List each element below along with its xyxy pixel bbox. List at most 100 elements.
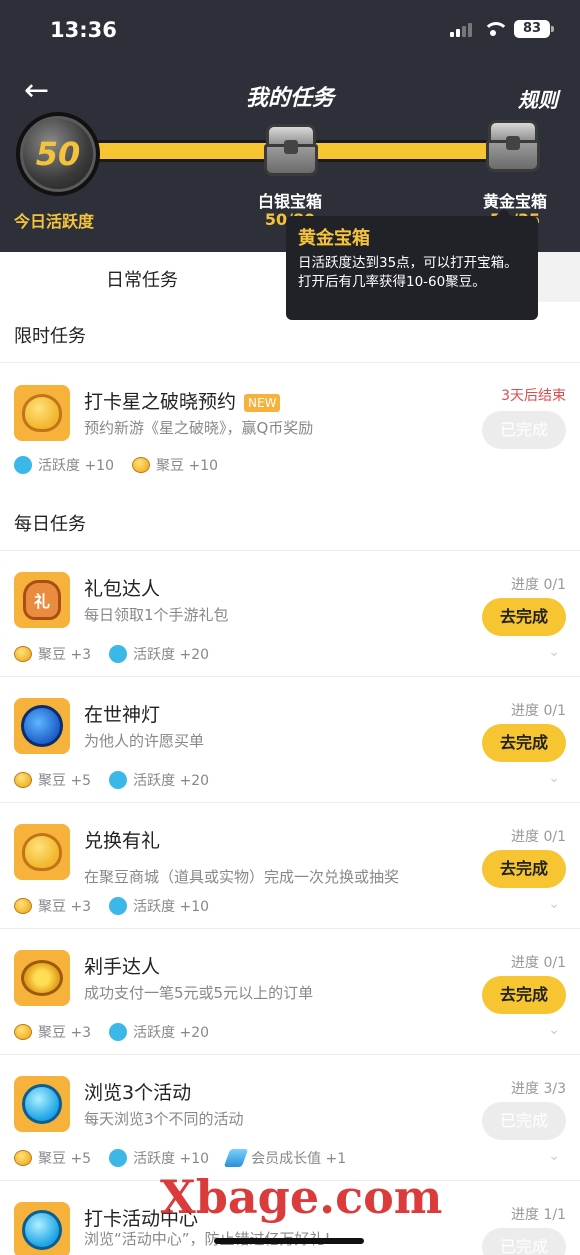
activity-level-badge: 50 [16, 112, 100, 196]
activity-icon [109, 645, 128, 663]
signal-icon [450, 21, 472, 37]
reward-bean: 聚豆 +5 [38, 1151, 92, 1167]
reward-activity: 活跃度 +20 [133, 773, 210, 789]
vip-growth-icon [223, 1149, 249, 1167]
globe-icon [14, 1202, 70, 1255]
chevron-down-icon[interactable]: ⌄ [548, 644, 560, 660]
task-end-time: 3天后结束 [501, 388, 566, 404]
task-desc: 预约新游《星之破晓》，赢Q币奖励 [84, 419, 314, 437]
reward-bean: 聚豆 +3 [38, 899, 92, 915]
gold-chest-label: 黄金宝箱 [482, 192, 547, 211]
silver-chest-label: 白银宝箱 [257, 192, 322, 211]
chevron-down-icon[interactable]: ⌄ [548, 896, 560, 912]
wifi-icon [482, 21, 509, 37]
task-title: 打卡星之破晓预约 NEW [84, 387, 281, 414]
activity-icon [109, 771, 128, 789]
divider [0, 676, 580, 677]
reward-bean: 聚豆 +10 [156, 458, 218, 474]
chevron-down-icon[interactable]: ⌄ [548, 1022, 560, 1038]
daily-task-item: 剁手达人 成功支付一笔5元或5元以上的订单 进度 0/1 去完成 聚豆 +3 活… [0, 950, 580, 1056]
home-indicator[interactable] [214, 1238, 364, 1244]
go-complete-button[interactable]: 去完成 [482, 724, 566, 762]
limited-task-item: 打卡星之破晓预约 NEW 预约新游《星之破晓》，赢Q币奖励 3天后结束 已完成 活… [0, 385, 580, 485]
bean-icon [14, 1150, 32, 1166]
genie-lamp-icon [14, 698, 70, 754]
reward-activity: 活跃度 +10 [133, 1151, 210, 1167]
go-complete-button[interactable]: 去完成 [482, 598, 566, 636]
activity-icon [109, 1023, 128, 1041]
divider [0, 928, 580, 929]
task-progress: 进度 0/1 [511, 703, 566, 719]
tooltip-body: 日活跃度达到35点，可以打开宝箱。打开后有几率获得10-60聚豆。 [298, 255, 518, 290]
reward-vip-growth: 会员成长值 +1 [251, 1151, 347, 1167]
bean-icon [14, 772, 32, 788]
task-progress: 进度 3/3 [511, 1081, 566, 1097]
reward-activity: 活跃度 +10 [38, 458, 114, 474]
completed-button[interactable]: 已完成 [482, 411, 566, 449]
task-rewards: 聚豆 +3 活跃度 +20 [14, 1022, 209, 1042]
status-icons: 83 [450, 20, 554, 38]
task-title: 剁手达人 [84, 956, 161, 978]
task-desc: 每日领取1个手游礼包 [84, 606, 229, 624]
task-progress: 进度 0/1 [511, 577, 566, 593]
task-title: 浏览3个活动 [84, 1082, 192, 1104]
divider [0, 1054, 580, 1055]
chevron-down-icon[interactable]: ⌄ [548, 770, 560, 786]
new-badge: NEW [244, 393, 281, 412]
divider [0, 362, 580, 363]
task-desc: 为他人的许愿买单 [84, 732, 205, 750]
rules-link[interactable]: 规则 [518, 84, 558, 113]
activity-level-value: 50 [35, 135, 81, 173]
task-title-text: 打卡星之破晓预约 [84, 391, 237, 413]
reward-bean: 聚豆 +3 [38, 647, 92, 663]
reward-activity: 活跃度 +20 [133, 1025, 210, 1041]
reward-activity: 活跃度 +20 [133, 647, 210, 663]
bean-icon [14, 1024, 32, 1040]
go-complete-button[interactable]: 去完成 [482, 976, 566, 1014]
task-rewards: 聚豆 +3 活跃度 +20 [14, 644, 209, 664]
silver-chest-icon[interactable] [262, 124, 320, 176]
battery-icon: 83 [514, 20, 554, 38]
status-time: 13:36 [50, 18, 117, 42]
daily-task-item: 礼 礼包达人 每日领取1个手游礼包 进度 0/1 去完成 聚豆 +3 活跃度 +… [0, 572, 580, 678]
completed-button[interactable]: 已完成 [482, 1102, 566, 1140]
task-rewards: 聚豆 +5 活跃度 +20 [14, 770, 209, 790]
chevron-down-icon[interactable]: ⌄ [548, 1148, 560, 1164]
divider [0, 550, 580, 551]
task-desc: 在聚豆商城（道具或实物）完成一次兑换或抽奖 [84, 868, 400, 886]
reward-bean: 聚豆 +5 [38, 773, 92, 789]
task-progress: 进度 1/1 [511, 1207, 566, 1223]
daily-task-item: 在世神灯 为他人的许愿买单 进度 0/1 去完成 聚豆 +5 活跃度 +20 ⌄ [0, 698, 580, 804]
bean-icon [14, 824, 70, 880]
task-rewards: 活跃度 +10 聚豆 +10 [14, 455, 218, 475]
globe-icon [14, 1076, 70, 1132]
gold-chest-tooltip: 黄金宝箱 日活跃度达到35点，可以打开宝箱。打开后有几率获得10-60聚豆。 [286, 208, 538, 320]
task-progress: 进度 0/1 [511, 829, 566, 845]
divider [0, 802, 580, 803]
bean-icon [14, 385, 70, 441]
reward-bean: 聚豆 +3 [38, 1025, 92, 1041]
activity-icon [109, 1149, 128, 1167]
completed-button[interactable]: 已完成 [482, 1228, 566, 1255]
section-limited-tasks: 限时任务 [14, 326, 86, 347]
task-desc: 成功支付一笔5元或5元以上的订单 [84, 984, 314, 1002]
task-rewards: 聚豆 +5 活跃度 +10 会员成长值 +1 [14, 1148, 346, 1168]
coin-stack-icon [14, 950, 70, 1006]
reward-activity: 活跃度 +10 [133, 899, 210, 915]
header: 13:36 83 ← 我的任务 规则 50 今日活跃度 白银宝箱 50/80 黄… [0, 0, 580, 252]
task-title: 在世神灯 [84, 704, 161, 726]
task-rewards: 聚豆 +3 活跃度 +10 [14, 896, 209, 916]
tooltip-title: 黄金宝箱 [298, 228, 370, 249]
activity-icon [14, 456, 32, 474]
tab-daily-tasks[interactable]: 日常任务 [106, 266, 178, 292]
task-title: 兑换有礼 [84, 830, 161, 852]
watermark-logo: Xbage.com [160, 1170, 443, 1224]
gift-bag-icon: 礼 [14, 572, 70, 628]
bean-icon [132, 457, 150, 473]
task-progress: 进度 0/1 [511, 955, 566, 971]
section-daily-tasks: 每日任务 [14, 514, 86, 535]
task-desc: 每天浏览3个不同的活动 [84, 1110, 244, 1128]
gold-chest-icon[interactable] [484, 120, 542, 172]
page-title: 我的任务 [245, 86, 334, 111]
go-complete-button[interactable]: 去完成 [482, 850, 566, 888]
